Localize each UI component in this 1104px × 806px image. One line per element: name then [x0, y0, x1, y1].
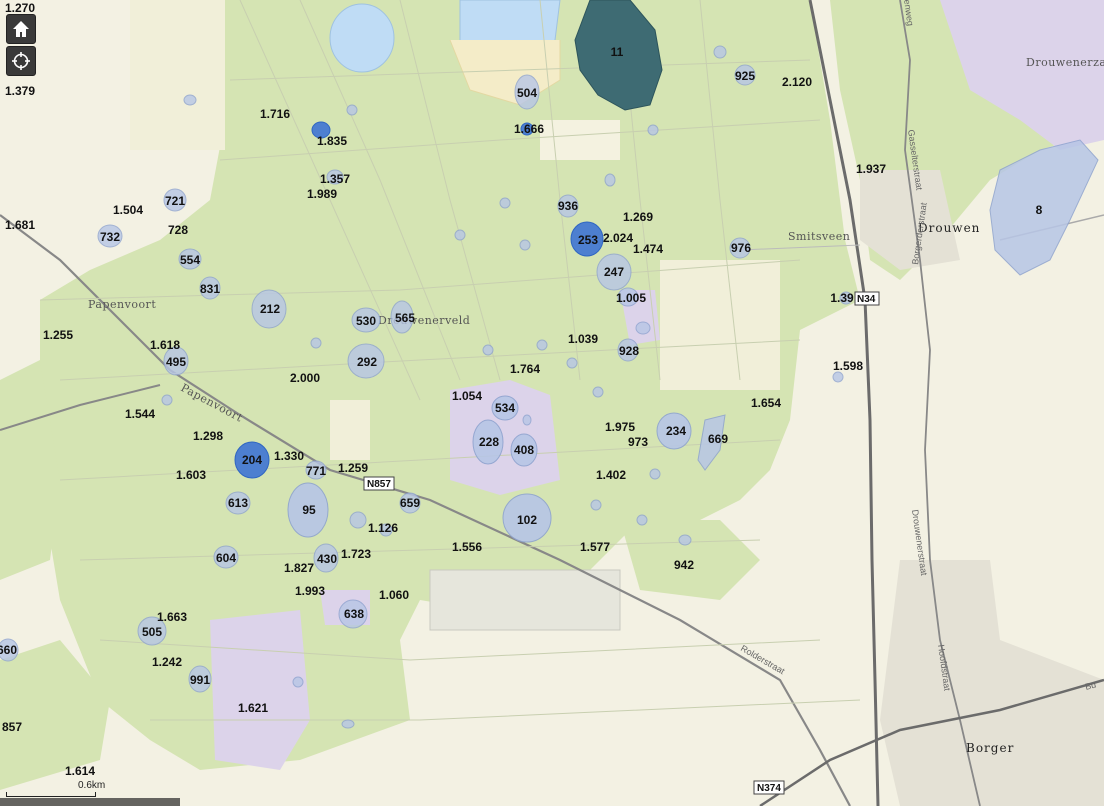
marker-label: 771 — [306, 464, 326, 478]
marker-label: 1.556 — [452, 540, 482, 554]
marker-label: 1.614 — [65, 764, 95, 778]
marker-label: 991 — [190, 673, 210, 687]
marker-label: 204 — [242, 453, 262, 467]
marker-label: 1.039 — [568, 332, 598, 346]
road-shield-n34: N34 — [857, 294, 876, 305]
marker-label: 554 — [180, 253, 200, 267]
marker-label: 247 — [604, 265, 624, 279]
marker-label: 212 — [260, 302, 280, 316]
town-label: Drouwen — [918, 221, 980, 235]
marker-label: 1.827 — [284, 561, 314, 575]
marker-label: 253 — [578, 233, 598, 247]
marker-label: 1.618 — [150, 338, 180, 352]
marker-label: 973 — [628, 435, 648, 449]
marker-label: 728 — [168, 223, 188, 237]
marker-label: 1.835 — [317, 134, 347, 148]
marker-label: 1.993 — [295, 584, 325, 598]
marker-label: 659 — [400, 496, 420, 510]
marker-label: 1.989 — [307, 187, 337, 201]
marker-label: 1.681 — [5, 218, 35, 232]
marker-label: 831 — [200, 282, 220, 296]
coordinate-bar — [0, 798, 180, 806]
marker-label: 8 — [1036, 203, 1043, 217]
road-shield-n857: N857 — [367, 479, 391, 490]
marker-label: 504 — [517, 86, 537, 100]
marker-label: 1.255 — [43, 328, 73, 342]
marker-label: 1.060 — [379, 588, 409, 602]
place-label: Drouwenerzand — [1026, 56, 1104, 69]
road-shield-n374: N374 — [757, 783, 781, 794]
marker-label: 2.000 — [290, 371, 320, 385]
scale-bar — [6, 792, 96, 797]
marker-label: 1.259 — [338, 461, 368, 475]
home-icon — [13, 21, 29, 37]
marker-label: 534 — [495, 401, 515, 415]
marker-label: 430 — [317, 552, 337, 566]
marker-label: 613 — [228, 496, 248, 510]
marker-label: 1.242 — [152, 655, 182, 669]
marker-label: 1.357 — [320, 172, 350, 186]
marker-label: 1.577 — [580, 540, 610, 554]
marker-label: 495 — [166, 355, 186, 369]
marker-label: 1.764 — [510, 362, 540, 376]
marker-label: 1.330 — [274, 449, 304, 463]
marker-label: 925 — [735, 69, 755, 83]
marker-label: 1.126 — [368, 521, 398, 535]
marker-label: 1.598 — [833, 359, 863, 373]
marker-label: 1.663 — [157, 610, 187, 624]
marker-label: 1.402 — [596, 468, 626, 482]
marker-label: 1.005 — [616, 291, 646, 305]
map-canvas[interactable]: Papenvoort Papenvoort Drouwenerveld Smit… — [0, 0, 1104, 806]
marker-label: 936 — [558, 199, 578, 213]
marker-label: 942 — [674, 558, 694, 572]
marker-label: 928 — [619, 344, 639, 358]
marker-label: 1.39 — [830, 291, 854, 305]
marker-label: 1.975 — [605, 420, 635, 434]
marker-label: 604 — [216, 551, 236, 565]
marker-label: 1.666 — [514, 122, 544, 136]
marker-label: 11 — [611, 45, 624, 59]
marker-label: 1.723 — [341, 547, 371, 561]
marker-label: 1.054 — [452, 389, 482, 403]
marker-label: 505 — [142, 625, 162, 639]
marker-label: 732 — [100, 230, 120, 244]
place-label: Papenvoort — [88, 298, 156, 311]
marker-label: 1.270 — [5, 1, 35, 15]
marker-label: 669 — [708, 432, 728, 446]
town-label: Borger — [966, 741, 1014, 755]
place-label: Smitsveen — [788, 230, 850, 243]
marker-label: 2.120 — [782, 75, 812, 89]
scale-label: 0.6km — [78, 780, 106, 791]
marker-label: 1.621 — [238, 701, 268, 715]
marker-label: 660 — [0, 643, 17, 657]
marker-label: 565 — [395, 311, 415, 325]
locate-button[interactable] — [6, 46, 36, 76]
marker-label: 1.298 — [193, 429, 223, 443]
marker-label: 1.379 — [5, 84, 35, 98]
marker-label: 1.504 — [113, 203, 143, 217]
marker-label: 292 — [357, 355, 377, 369]
marker-label: 721 — [165, 194, 185, 208]
marker-label: 1.654 — [751, 396, 781, 410]
crosshair-icon — [12, 52, 30, 70]
marker-label: 2.024 — [603, 231, 633, 245]
marker-label: 857 — [2, 720, 22, 734]
home-button[interactable] — [6, 14, 36, 44]
marker-label: 1.716 — [260, 107, 290, 121]
marker-label: 1.269 — [623, 210, 653, 224]
marker-label: 530 — [356, 314, 376, 328]
marker-label: 638 — [344, 607, 364, 621]
marker-label: 976 — [731, 241, 751, 255]
marker-label: 1.937 — [856, 162, 886, 176]
marker-label: 1.474 — [633, 242, 663, 256]
marker-label: 408 — [514, 443, 534, 457]
marker-label: 228 — [479, 435, 499, 449]
marker-label: 1.603 — [176, 468, 206, 482]
marker-label: 234 — [666, 424, 686, 438]
marker-label: 1.544 — [125, 407, 155, 421]
marker-label: 102 — [517, 513, 537, 527]
marker-label: 95 — [302, 503, 316, 517]
